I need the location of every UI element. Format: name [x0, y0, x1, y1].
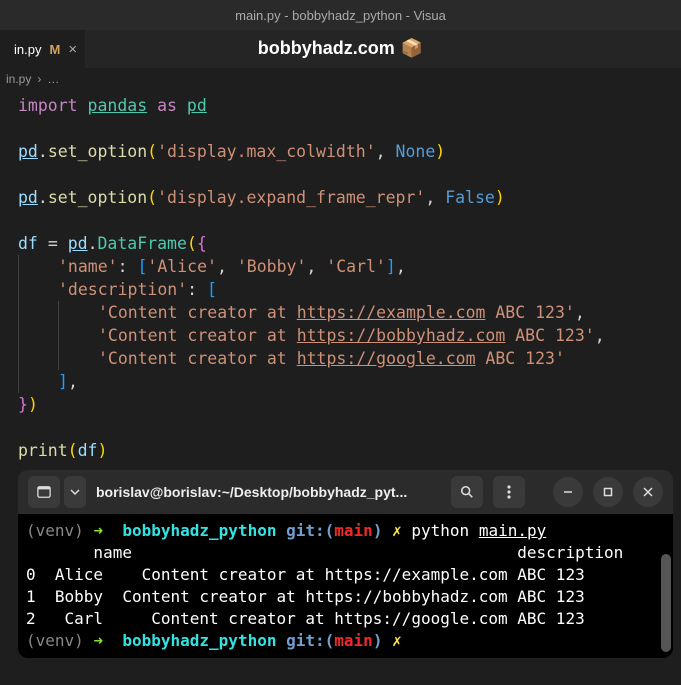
cube-icon: 📦 — [401, 38, 423, 59]
tab-bar: in.py M × bobbyhadz.com 📦 — [0, 30, 681, 68]
watermark-text: bobbyhadz.com — [258, 38, 395, 59]
terminal-title: borislav@borislav:~/Desktop/bobbyhadz_py… — [96, 484, 441, 500]
new-tab-button[interactable] — [28, 476, 60, 508]
output-header: name description — [26, 543, 623, 562]
terminal-scrollbar[interactable] — [661, 554, 671, 652]
terminal-header: borislav@borislav:~/Desktop/bobbyhadz_py… — [18, 470, 673, 514]
breadcrumb-more: … — [47, 72, 59, 86]
code-editor[interactable]: import pandas as pd pd.set_option('displ… — [0, 90, 681, 466]
tab-filename: in.py — [14, 42, 41, 57]
breadcrumb[interactable]: in.py › … — [0, 68, 681, 90]
search-icon — [460, 485, 474, 499]
maximize-button[interactable] — [593, 477, 623, 507]
minimize-icon — [563, 487, 573, 497]
terminal-icon — [37, 485, 51, 499]
output-row: 1 Bobby Content creator at https://bobby… — [26, 587, 585, 606]
tab-modified-badge: M — [49, 42, 60, 57]
chevron-down-icon — [70, 487, 80, 497]
menu-button[interactable] — [493, 476, 525, 508]
output-row: 0 Alice Content creator at https://examp… — [26, 565, 585, 584]
search-button[interactable] — [451, 476, 483, 508]
window-titlebar: main.py - bobbyhadz_python - Visua — [0, 0, 681, 30]
tab-dropdown-button[interactable] — [64, 476, 86, 508]
watermark: bobbyhadz.com 📦 — [258, 38, 423, 59]
terminal-output[interactable]: (venv) ➜ bobbyhadz_python git:(main) ✗ p… — [18, 514, 673, 658]
output-row: 2 Carl Content creator at https://google… — [26, 609, 585, 628]
minimize-button[interactable] — [553, 477, 583, 507]
maximize-icon — [603, 487, 613, 497]
terminal-panel: borislav@borislav:~/Desktop/bobbyhadz_py… — [18, 470, 673, 658]
tab-close-button[interactable]: × — [68, 41, 77, 58]
window-title: main.py - bobbyhadz_python - Visua — [235, 8, 446, 23]
close-button[interactable] — [633, 477, 663, 507]
kebab-icon — [507, 485, 511, 499]
chevron-right-icon: › — [37, 72, 41, 86]
editor-tab-main[interactable]: in.py M × — [0, 30, 86, 68]
breadcrumb-file: in.py — [6, 72, 31, 86]
close-icon — [643, 487, 653, 497]
